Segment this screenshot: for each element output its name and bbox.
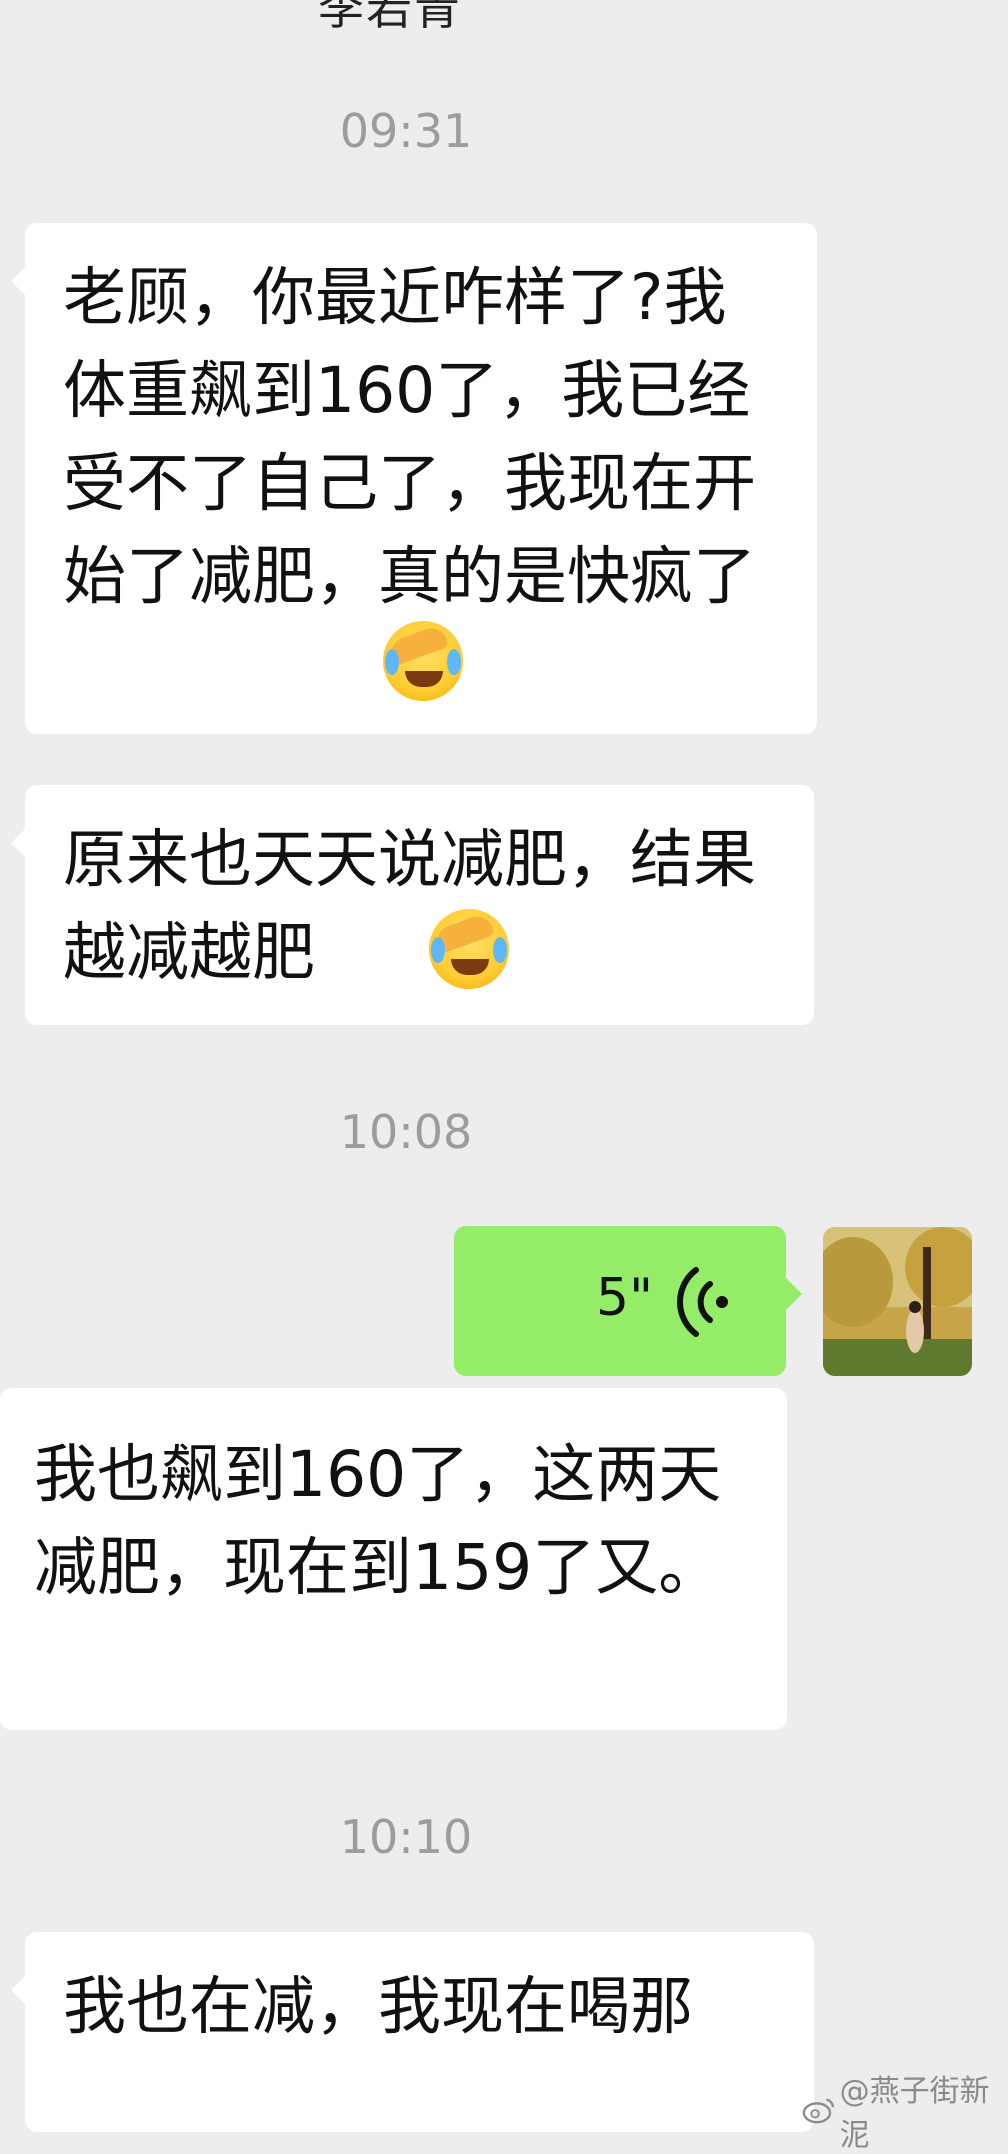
message-bubble[interactable]: 老顾，你最近咋样了?我体重飙到160了，我已经受不了自己了，我现在开始了减肥，真… [11, 223, 817, 734]
voice-message-bubble[interactable]: 5" [454, 1226, 802, 1376]
message-text: 老顾，你最近咋样了?我体重飙到160了，我已经受不了自己了，我现在开始了减肥，真… [63, 261, 756, 613]
face-palm-crying-emoji [383, 621, 463, 701]
face-palm-crying-emoji [429, 909, 509, 989]
timestamp: 10:10 [339, 1810, 473, 1864]
avatar[interactable] [823, 1227, 972, 1376]
watermark-text: @燕子街新泥 [839, 2074, 990, 2153]
timestamp: 10:08 [339, 1105, 473, 1159]
message-text: 我也在减，我现在喝那 [63, 1970, 693, 2043]
message-bubble[interactable]: 我也在减，我现在喝那 [11, 1932, 814, 2132]
avatar-image [823, 1227, 972, 1376]
timestamp: 09:31 [339, 104, 473, 158]
watermark: @燕子街新泥 [802, 2066, 1008, 2154]
contact-name: 李若青 [318, 0, 462, 35]
message-text: 我也飙到160了，这两天减肥，现在到159了又。 [34, 1438, 722, 1604]
weibo-icon [802, 2098, 835, 2124]
message-bubble[interactable]: 原来也天天说减肥，结果越减越肥 [11, 785, 814, 1025]
voice-wave-icon [677, 1267, 728, 1337]
message-text: 原来也天天说减肥，结果越减越肥 [63, 823, 756, 989]
message-bubble[interactable]: 我也飙到160了，这两天减肥，现在到159了又。 [0, 1388, 787, 1730]
voice-duration: 5" [596, 1268, 654, 1328]
